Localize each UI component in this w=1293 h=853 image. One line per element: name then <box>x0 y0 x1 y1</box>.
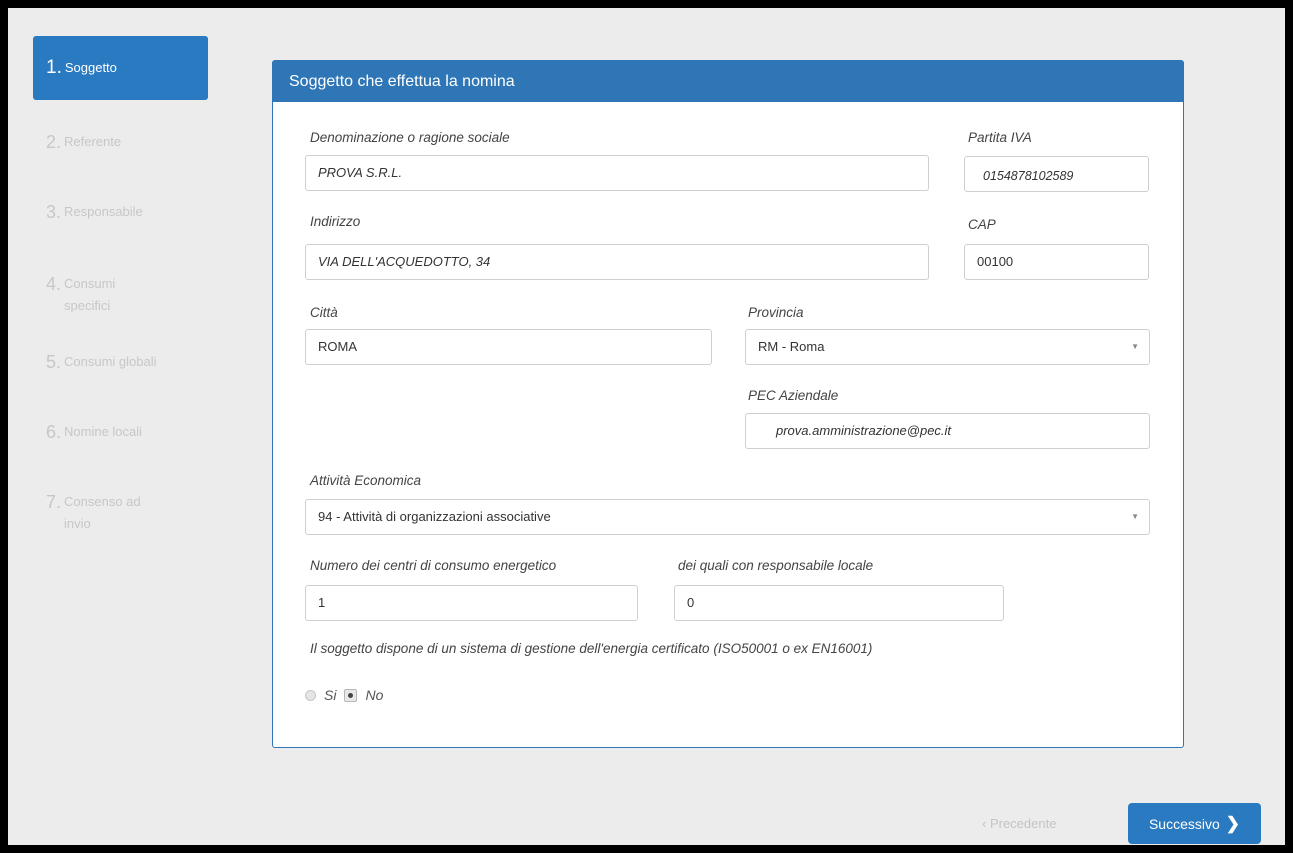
pec-label: PEC Aziendale <box>748 388 839 403</box>
attivita-select[interactable]: 94 - Attività di organizzazioni associat… <box>305 499 1150 535</box>
step-consenso[interactable]: 7. Consenso ad invio <box>33 492 168 534</box>
wizard-steps: 1. Soggetto 2. Referente 3. Responsabile… <box>33 36 208 534</box>
partita-iva-label: Partita IVA <box>968 130 1032 145</box>
panel-title: Soggetto che effettua la nomina <box>273 61 1183 102</box>
step-referente[interactable]: 2. Referente <box>33 132 208 154</box>
caret-down-icon: ▼ <box>1131 512 1139 521</box>
centri-label: Numero dei centri di consumo energetico <box>310 558 557 573</box>
indirizzo-field[interactable]: VIA DELL'ACQUEDOTTO, 34 <box>305 244 929 280</box>
step-label: Nomine locali <box>64 424 143 439</box>
radio-no-label: No <box>365 687 384 703</box>
step-label: Consumi specifici <box>64 276 116 313</box>
citta-field[interactable]: ROMA <box>305 329 712 365</box>
attivita-label: Attività Economica <box>310 473 422 488</box>
caret-down-icon: ▼ <box>1131 342 1139 351</box>
provincia-select[interactable]: RM - Roma ▼ <box>745 329 1150 365</box>
sistema-gestione-radio-group: Si No <box>305 687 383 703</box>
step-label: Consumi globali <box>64 354 157 369</box>
next-label: Successivo <box>1148 815 1220 832</box>
provincia-label: Provincia <box>748 305 804 320</box>
step-label: Soggetto <box>64 60 117 75</box>
step-number: 2. <box>46 132 62 152</box>
denominazione-label: Denominazione o ragione sociale <box>310 130 510 145</box>
step-label: Referente <box>64 134 122 149</box>
step-consumi-specifici[interactable]: 4. Consumi specifici <box>33 274 143 316</box>
provincia-value: RM - Roma <box>758 339 825 354</box>
sistema-gestione-question: Il soggetto dispone di un sistema di ges… <box>310 641 873 656</box>
cap-label: CAP <box>968 217 996 232</box>
centri-field[interactable]: 1 <box>305 585 638 621</box>
step-soggetto[interactable]: 1. Soggetto <box>33 36 208 100</box>
step-consumi-globali[interactable]: 5. Consumi globali <box>33 352 208 374</box>
next-button[interactable]: Successivo ❯ <box>1128 803 1261 844</box>
step-responsabile[interactable]: 3. Responsabile <box>33 202 208 224</box>
step-label: Responsabile <box>64 204 143 219</box>
cap-field[interactable]: 00100 <box>964 244 1149 280</box>
step-number: 1. <box>46 57 62 78</box>
partita-iva-field[interactable]: 0154878102589 <box>964 156 1149 192</box>
denominazione-field[interactable]: PROVA S.R.L. <box>305 155 929 191</box>
pec-field[interactable]: prova.amministrazione@pec.it <box>745 413 1150 449</box>
radio-no[interactable] <box>344 688 358 702</box>
step-number: 6. <box>46 422 62 442</box>
step-nomine-locali[interactable]: 6. Nomine locali <box>33 422 208 444</box>
step-label: Consenso ad invio <box>64 494 141 531</box>
form-panel: Soggetto che effettua la nomina Denomina… <box>272 60 1184 748</box>
step-number: 5. <box>46 352 62 372</box>
wizard-screen: 1. Soggetto 2. Referente 3. Responsabile… <box>8 8 1285 845</box>
radio-si[interactable] <box>305 689 316 701</box>
attivita-value: 94 - Attività di organizzazioni associat… <box>318 509 551 524</box>
citta-label: Città <box>310 305 338 320</box>
responsabile-locale-field[interactable]: 0 <box>674 585 1004 621</box>
indirizzo-label: Indirizzo <box>310 214 361 229</box>
step-number: 4. <box>46 274 62 294</box>
step-number: 7. <box>46 492 62 512</box>
responsabile-locale-label: dei quali con responsabile locale <box>678 558 874 573</box>
step-number: 3. <box>46 202 62 222</box>
chevron-right-icon: ❯ <box>1225 813 1241 833</box>
previous-button[interactable]: ‹ Precedente <box>982 816 1056 831</box>
radio-si-label: Si <box>324 687 337 703</box>
